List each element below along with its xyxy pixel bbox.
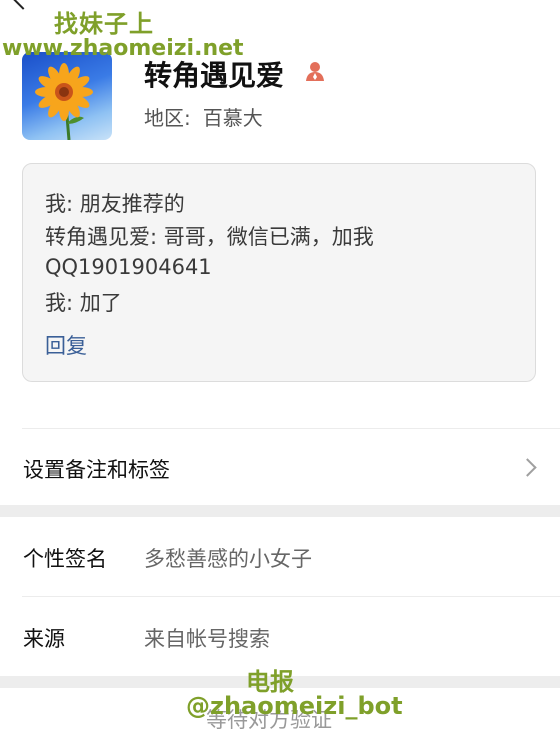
watermark-top-title: 找妹子上 <box>54 10 154 38</box>
message-line: 转角遇见爱: 哥哥，微信已满，加我 <box>45 225 374 249</box>
signature-value: 多愁善感的小女子 <box>144 547 312 571</box>
divider <box>22 428 560 429</box>
message-line: QQ1901904641 <box>45 255 212 279</box>
sunflower-image <box>35 63 93 140</box>
remark-tags-label: 设置备注和标签 <box>23 458 170 482</box>
chevron-right-icon <box>518 458 537 477</box>
source-label: 来源 <box>23 627 65 651</box>
region-value: 百慕大 <box>202 106 263 130</box>
contact-nickname: 转角遇见爱 <box>144 59 285 92</box>
signature-label: 个性签名 <box>23 547 107 571</box>
female-user-icon <box>304 60 326 86</box>
back-icon[interactable] <box>10 0 36 10</box>
reply-link[interactable]: 回复 <box>45 330 87 360</box>
section-gap <box>0 505 560 517</box>
message-line: 我: 朋友推荐的 <box>45 192 185 216</box>
region-info: 地区: 百慕大 <box>144 102 263 131</box>
region-label: 地区: <box>144 106 191 130</box>
remark-tags-row[interactable]: 设置备注和标签 <box>0 430 560 505</box>
avatar[interactable] <box>22 52 112 140</box>
signature-row: 个性签名 多愁善感的小女子 <box>0 517 560 595</box>
verification-message-box: 我: 朋友推荐的 转角遇见爱: 哥哥，微信已满，加我 QQ1901904641 … <box>22 163 536 382</box>
message-line: 我: 加了 <box>45 291 122 315</box>
source-value: 来自帐号搜索 <box>144 627 270 651</box>
watermark-bottom-handle: @zhaomeizi_bot <box>186 692 403 720</box>
